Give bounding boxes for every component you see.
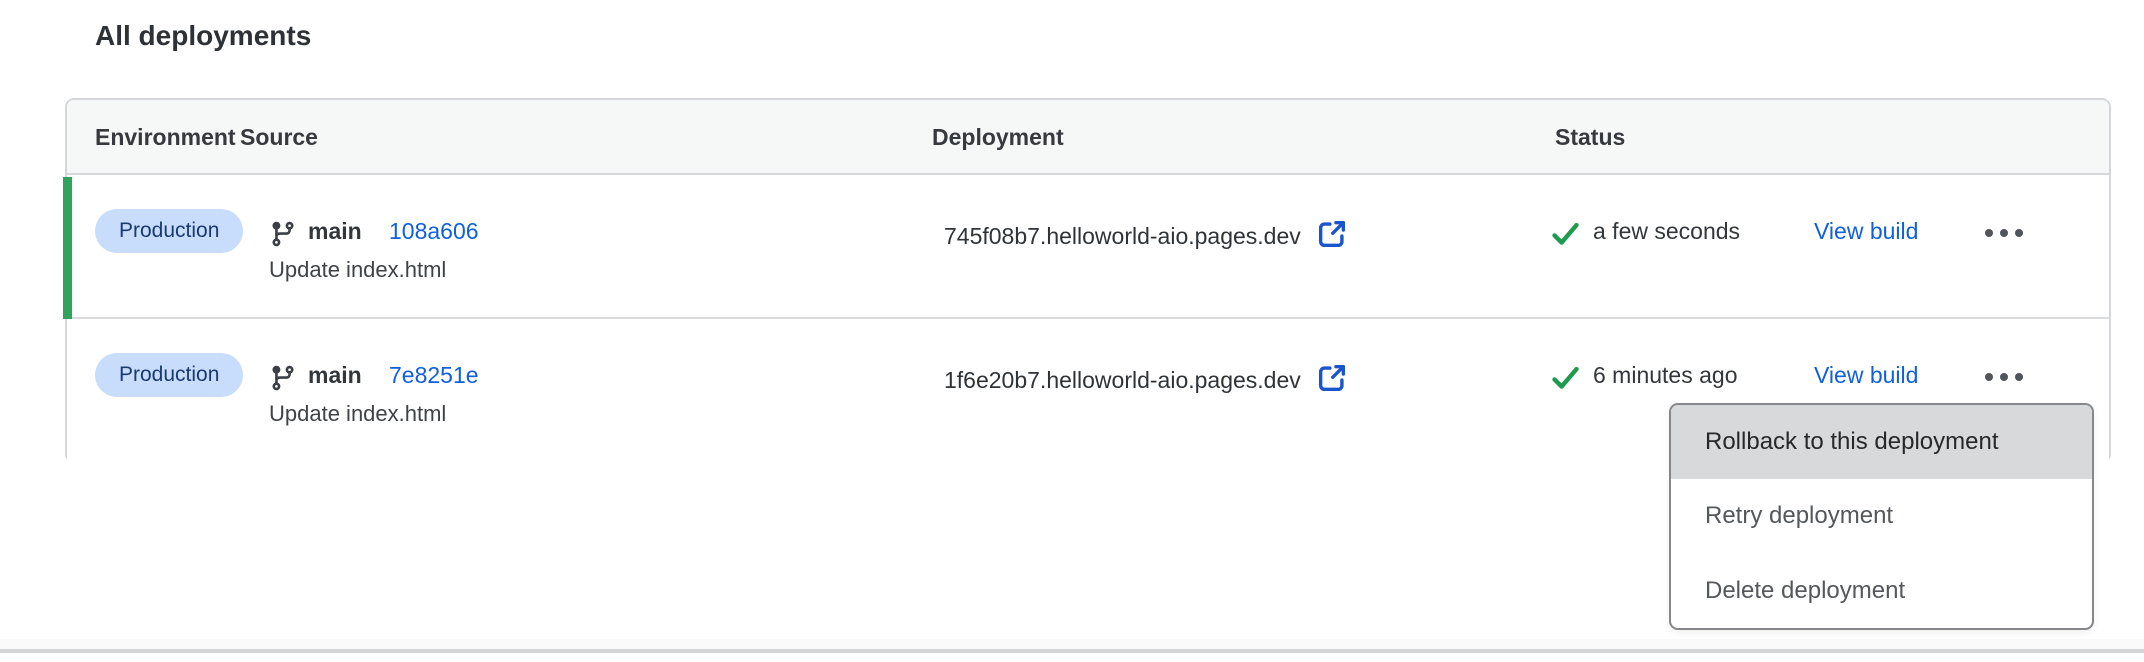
branch-name: main <box>308 362 362 389</box>
branch-name: main <box>308 218 362 245</box>
column-header-source: Source <box>240 100 318 175</box>
deployment-url: 745f08b7.helloworld-aio.pages.dev <box>944 223 1301 249</box>
environment-badge: Production <box>95 353 243 397</box>
deployment-actions-menu: Rollback to this deployment Retry deploy… <box>1669 403 2094 630</box>
view-build-link[interactable]: View build <box>1814 362 1918 389</box>
commit-link[interactable]: 108a606 <box>389 218 479 245</box>
success-check-icon <box>1550 362 1581 398</box>
table-header: Environment Source Deployment Status <box>67 100 2109 175</box>
commit-link[interactable]: 7e8251e <box>389 362 479 389</box>
column-header-environment: Environment <box>95 100 236 175</box>
ellipsis-icon <box>1985 229 1993 237</box>
column-header-deployment: Deployment <box>932 100 1064 175</box>
menu-item-delete[interactable]: Delete deployment <box>1671 554 2092 628</box>
table-row: Production main 108a606 Update index.htm… <box>67 177 2109 319</box>
deployments-page: All deployments Environment Source Deplo… <box>0 0 2144 662</box>
external-link-icon[interactable] <box>1315 217 1349 257</box>
deployment-url-cell: 745f08b7.helloworld-aio.pages.dev <box>944 217 1349 257</box>
menu-item-retry[interactable]: Retry deployment <box>1671 479 2092 553</box>
commit-message: Update index.html <box>269 401 446 427</box>
menu-item-rollback[interactable]: Rollback to this deployment <box>1671 405 2092 479</box>
commit-message: Update index.html <box>269 257 446 283</box>
ellipsis-icon <box>1985 373 1993 381</box>
external-link-icon[interactable] <box>1315 361 1349 401</box>
success-check-icon <box>1550 218 1581 254</box>
column-header-status: Status <box>1555 100 1625 175</box>
deployment-url-cell: 1f6e20b7.helloworld-aio.pages.dev <box>944 361 1349 401</box>
section-divider <box>0 639 2144 653</box>
more-actions-button[interactable] <box>1972 359 2036 395</box>
status-time: 6 minutes ago <box>1593 362 1737 389</box>
more-actions-button[interactable] <box>1972 215 2036 251</box>
git-branch-icon <box>269 364 297 397</box>
view-build-link[interactable]: View build <box>1814 218 1918 245</box>
git-branch-icon <box>269 220 297 253</box>
status-time: a few seconds <box>1593 218 1740 245</box>
active-deployment-indicator <box>63 177 72 319</box>
page-title: All deployments <box>95 20 311 52</box>
deployment-url: 1f6e20b7.helloworld-aio.pages.dev <box>944 367 1301 393</box>
environment-badge: Production <box>95 209 243 253</box>
